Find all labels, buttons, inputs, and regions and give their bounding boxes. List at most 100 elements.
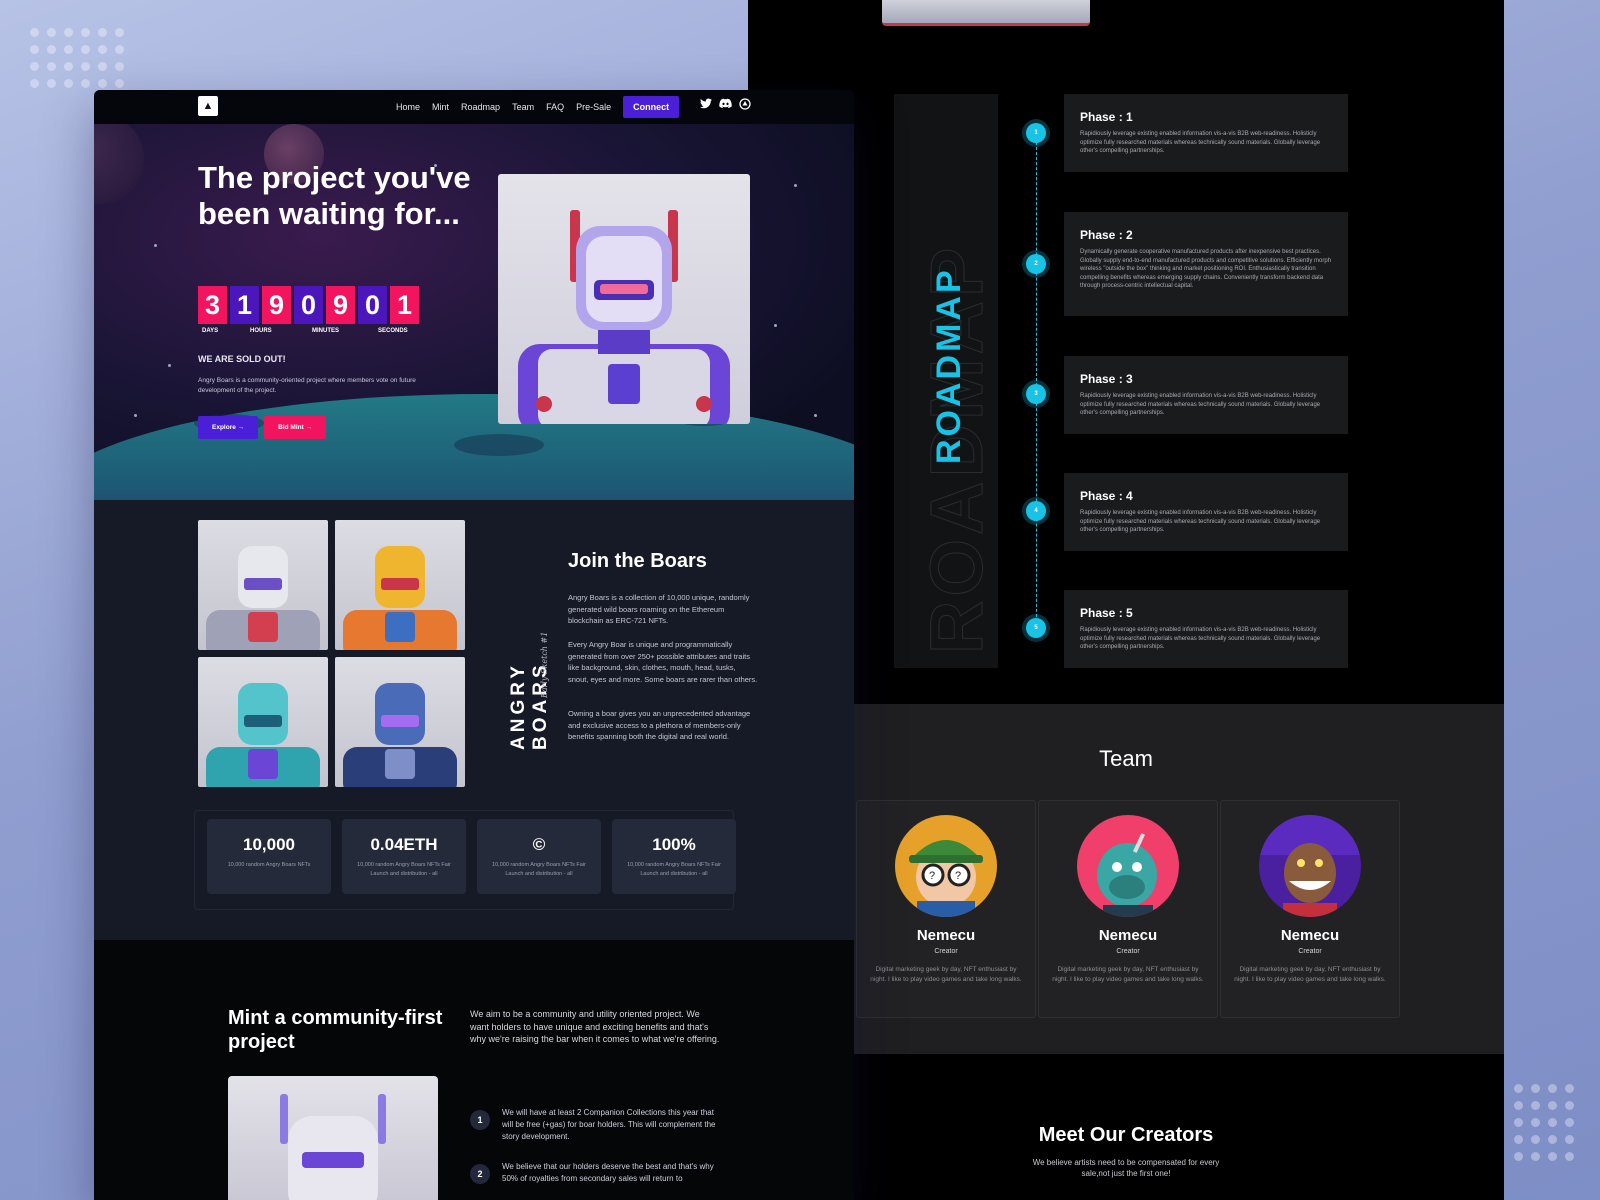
phase-title: Phase : 3 (1080, 372, 1133, 386)
svg-text:?: ? (929, 870, 935, 882)
member-role: Creator (1116, 948, 1140, 955)
nft-image-orange-robot (335, 520, 465, 650)
team-member-card: ? ? Nemecu Creator Digital marketing gee… (856, 800, 1036, 1018)
countdown-labels: DAYS HOURS MINUTES SECONDS (198, 328, 428, 338)
avatar: ? ? (895, 815, 997, 917)
member-role: Creator (934, 948, 958, 955)
timeline-dot: 5 (1026, 618, 1046, 638)
countdown-digit: 3 (198, 286, 227, 324)
nav-link-roadmap[interactable]: Roadmap (461, 102, 500, 112)
connect-button[interactable]: Connect (623, 96, 680, 118)
stat-value: © (532, 835, 546, 854)
roadmap-phase-card: Phase : 5 Rapidiously leverage existing … (1064, 590, 1348, 668)
roadmap-phase-card: Phase : 2 Dynamically generate cooperati… (1064, 212, 1348, 316)
roadmap-team-panel: ROADMAP ROADMAP 1 2 3 4 5 Phase : 1 Rapi… (748, 0, 1504, 1200)
countdown-label-hours: HOURS (250, 328, 272, 334)
mint-section: Mint a community-first project We aim to… (94, 940, 854, 1200)
mint-item-number: 2 (470, 1164, 490, 1184)
stat-card: © 10,000 random Angry Boars NFTs Fair La… (477, 819, 601, 894)
roadmap-title: ROADMAP (930, 267, 968, 464)
creators-section: Meet Our Creators We believe artists nee… (748, 1054, 1504, 1200)
member-bio: Digital marketing geek by day, NFT enthu… (1052, 966, 1204, 983)
stats-row: 10,000 10,000 random Angry Boars NFTs 0.… (194, 810, 736, 910)
timeline-dot: 4 (1026, 501, 1046, 521)
stat-value: 10,000 (243, 835, 295, 854)
nav-link-home[interactable]: Home (396, 102, 420, 112)
decorative-dots-top-left (30, 28, 124, 88)
mint-title: Mint a community-first project (228, 1007, 443, 1053)
countdown-digit: 1 (230, 286, 259, 324)
phase-text: Rapidiously leverage existing enabled in… (1080, 131, 1321, 155)
nav-link-team[interactable]: Team (512, 102, 534, 112)
avatar (1259, 815, 1361, 917)
stat-desc: 10,000 random Angry Boars NFTs Fair Laun… (492, 862, 586, 877)
member-bio: Digital marketing geek by day, NFT enthu… (870, 966, 1022, 983)
roadmap-timeline-line (1036, 132, 1037, 632)
top-navigation: ▲ Home Mint Roadmap Team FAQ Pre-Sale Co… (94, 90, 854, 124)
stat-desc: 10,000 random Angry Boars NFTs Fair Laun… (357, 862, 451, 877)
phase-title: Phase : 5 (1080, 606, 1133, 620)
stat-card: 100% 10,000 random Angry Boars NFTs Fair… (612, 819, 736, 894)
countdown-label-seconds: SECONDS (378, 328, 408, 334)
opensea-icon[interactable] (739, 98, 751, 113)
mint-intro: We aim to be a community and utility ori… (470, 1009, 720, 1044)
phase-text: Rapidiously leverage existing enabled in… (1080, 393, 1321, 417)
member-bio: Digital marketing geek by day, NFT enthu… (1234, 966, 1386, 983)
stat-value: 0.04ETH (370, 835, 438, 854)
member-name: Nemecu (1280, 927, 1340, 944)
member-role: Creator (1298, 948, 1322, 955)
hero-buttons: Explore → Bid Mint → (198, 416, 327, 439)
planet-decoration (94, 124, 144, 204)
member-name: Nemecu (916, 927, 976, 944)
creators-subtitle: We believe artists need to be compensate… (1032, 1158, 1220, 1178)
social-links (700, 98, 751, 113)
team-member-card: Nemecu Creator Digital marketing geek by… (1038, 800, 1218, 1018)
twitter-icon[interactable] (700, 98, 712, 113)
roadmap-phase-card: Phase : 4 Rapidiously leverage existing … (1064, 473, 1348, 551)
about-paragraph: Angry Boars is a collection of 10,000 un… (568, 593, 750, 625)
team-member-card: Nemecu Creator Digital marketing geek by… (1220, 800, 1400, 1018)
mint-item-number: 1 (470, 1110, 490, 1130)
nft-image-white-robot (198, 520, 328, 650)
join-title: Join the Boars (568, 550, 707, 572)
stat-desc: 10,000 random Angry Boars NFTs (227, 862, 311, 868)
countdown-timer: 3 1 9 0 9 0 1 (198, 286, 419, 324)
mint-item-text: We believe that our holders deserve the … (502, 1162, 714, 1183)
timeline-dot: 1 (1026, 123, 1046, 143)
bid-mint-button[interactable]: Bid Mint → (264, 416, 327, 439)
nft-image-teal-robot (198, 657, 328, 787)
about-paragraph: Owning a boar gives you an unprecedented… (568, 709, 751, 741)
brand-script-signature: Early Sketch #1 (540, 631, 549, 698)
team-section: Team ? ? Nemecu Creator Digital marketin… (748, 704, 1504, 1054)
hero-title: The project you've been waiting for... (198, 160, 471, 231)
nav-link-faq[interactable]: FAQ (546, 102, 564, 112)
roadmap-title-band: ROADMAP ROADMAP (894, 94, 999, 668)
nav-link-presale[interactable]: Pre-Sale (576, 102, 611, 112)
stat-card: 0.04ETH 10,000 random Angry Boars NFTs F… (342, 819, 466, 894)
countdown-label-days: DAYS (202, 328, 219, 334)
phase-title: Phase : 4 (1080, 489, 1133, 503)
team-title: Team (1099, 746, 1153, 771)
robot-image-cropped (882, 0, 1090, 26)
phase-text: Rapidiously leverage existing enabled in… (1080, 510, 1321, 534)
creators-title: Meet Our Creators (1038, 1124, 1214, 1146)
phase-text: Dynamically generate cooperative manufac… (1080, 249, 1332, 290)
phase-text: Rapidiously leverage existing enabled in… (1080, 627, 1321, 651)
nav-menu: Home Mint Roadmap Team FAQ Pre-Sale Conn… (396, 90, 680, 124)
nft-image-blue-robot (335, 657, 465, 787)
explore-button[interactable]: Explore → (198, 416, 259, 439)
decorative-dots-bottom-right (1514, 1084, 1574, 1161)
discord-icon[interactable] (719, 98, 732, 113)
roadmap-phase-card: Phase : 3 Rapidiously leverage existing … (1064, 356, 1348, 434)
nav-link-mint[interactable]: Mint (432, 102, 449, 112)
logo-icon[interactable]: ▲ (198, 96, 218, 116)
svg-text:?: ? (955, 870, 961, 882)
member-name: Nemecu (1098, 927, 1158, 944)
sold-out-label: WE ARE SOLD OUT! (198, 354, 286, 364)
hero-description: Angry Boars is a community-oriented proj… (198, 377, 416, 394)
hero-section: The project you've been waiting for... 3… (94, 124, 854, 500)
stat-card: 10,000 10,000 random Angry Boars NFTs (207, 819, 331, 894)
landing-page-panel: ▲ Home Mint Roadmap Team FAQ Pre-Sale Co… (94, 90, 854, 1200)
countdown-digit: 9 (326, 286, 355, 324)
mint-robot-image (228, 1076, 438, 1200)
